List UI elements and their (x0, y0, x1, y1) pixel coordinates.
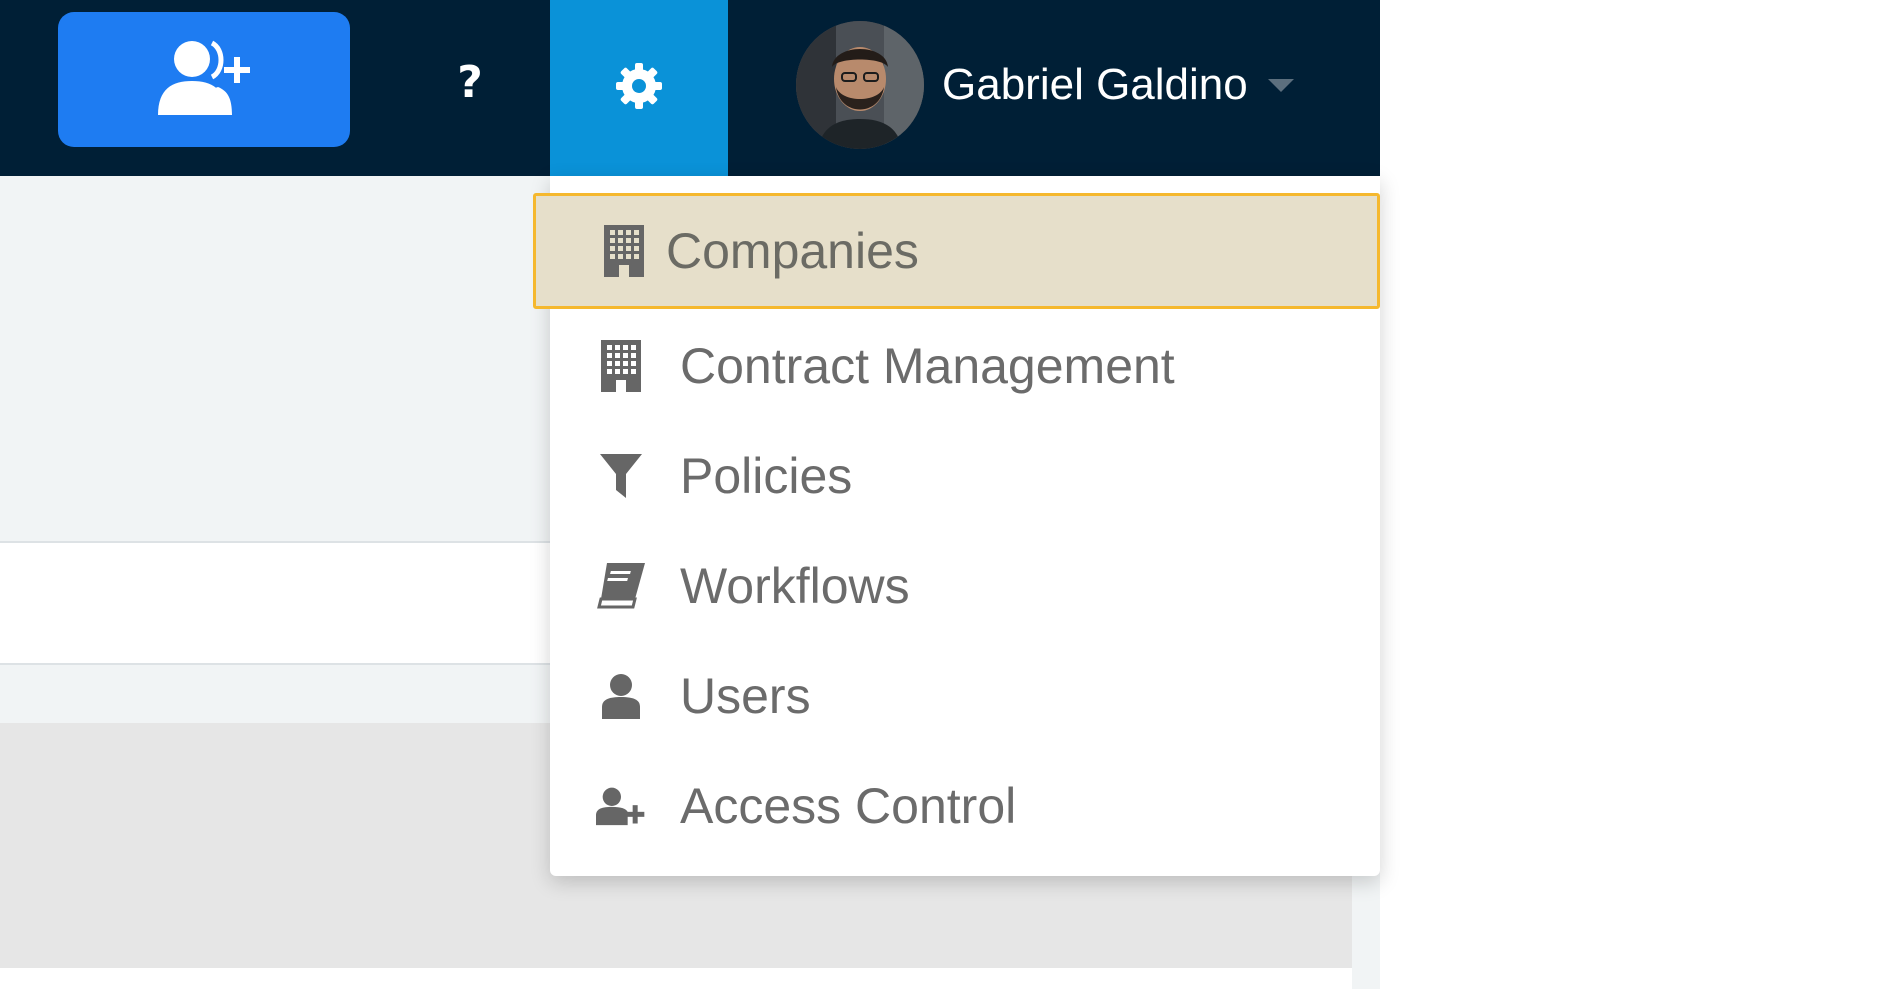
settings-button[interactable] (550, 0, 728, 176)
menu-item-users[interactable]: Users (550, 641, 1380, 751)
menu-item-label: Companies (666, 223, 919, 279)
settings-dropdown-menu: Companies Contract Management Policies W… (533, 176, 1380, 876)
invite-user-button[interactable] (58, 12, 350, 147)
help-button[interactable]: ? (420, 0, 520, 165)
user-plus-icon (596, 781, 646, 831)
menu-item-contract-management[interactable]: Contract Management (550, 311, 1380, 421)
user-icon (596, 671, 646, 721)
building-icon (596, 340, 646, 392)
menu-item-label: Policies (680, 448, 853, 504)
user-menu-toggle[interactable]: Gabriel Galdino (796, 20, 1294, 150)
menu-item-access-control[interactable]: Access Control (550, 751, 1380, 861)
menu-item-workflows[interactable]: Workflows (550, 531, 1380, 641)
top-navigation-bar: ? Gabriel Galdino (0, 0, 1380, 176)
building-icon (599, 225, 649, 277)
menu-item-label: Access Control (680, 778, 1017, 834)
filter-icon (596, 451, 646, 501)
menu-item-label: Contract Management (680, 338, 1175, 394)
book-icon (596, 561, 646, 611)
menu-item-label: Workflows (680, 558, 910, 614)
user-plus-icon (154, 37, 254, 122)
content-footer (0, 968, 1352, 989)
app-screen: ? Gabriel Galdino Companies Contract Man… (0, 0, 1887, 989)
menu-item-companies[interactable]: Companies (533, 193, 1380, 309)
menu-item-policies[interactable]: Policies (550, 421, 1380, 531)
avatar (796, 21, 924, 149)
caret-down-icon (1267, 78, 1294, 92)
menu-item-label: Users (680, 668, 811, 724)
question-mark-icon: ? (457, 57, 483, 108)
gear-icon (614, 61, 664, 116)
user-name: Gabriel Galdino (942, 60, 1248, 109)
